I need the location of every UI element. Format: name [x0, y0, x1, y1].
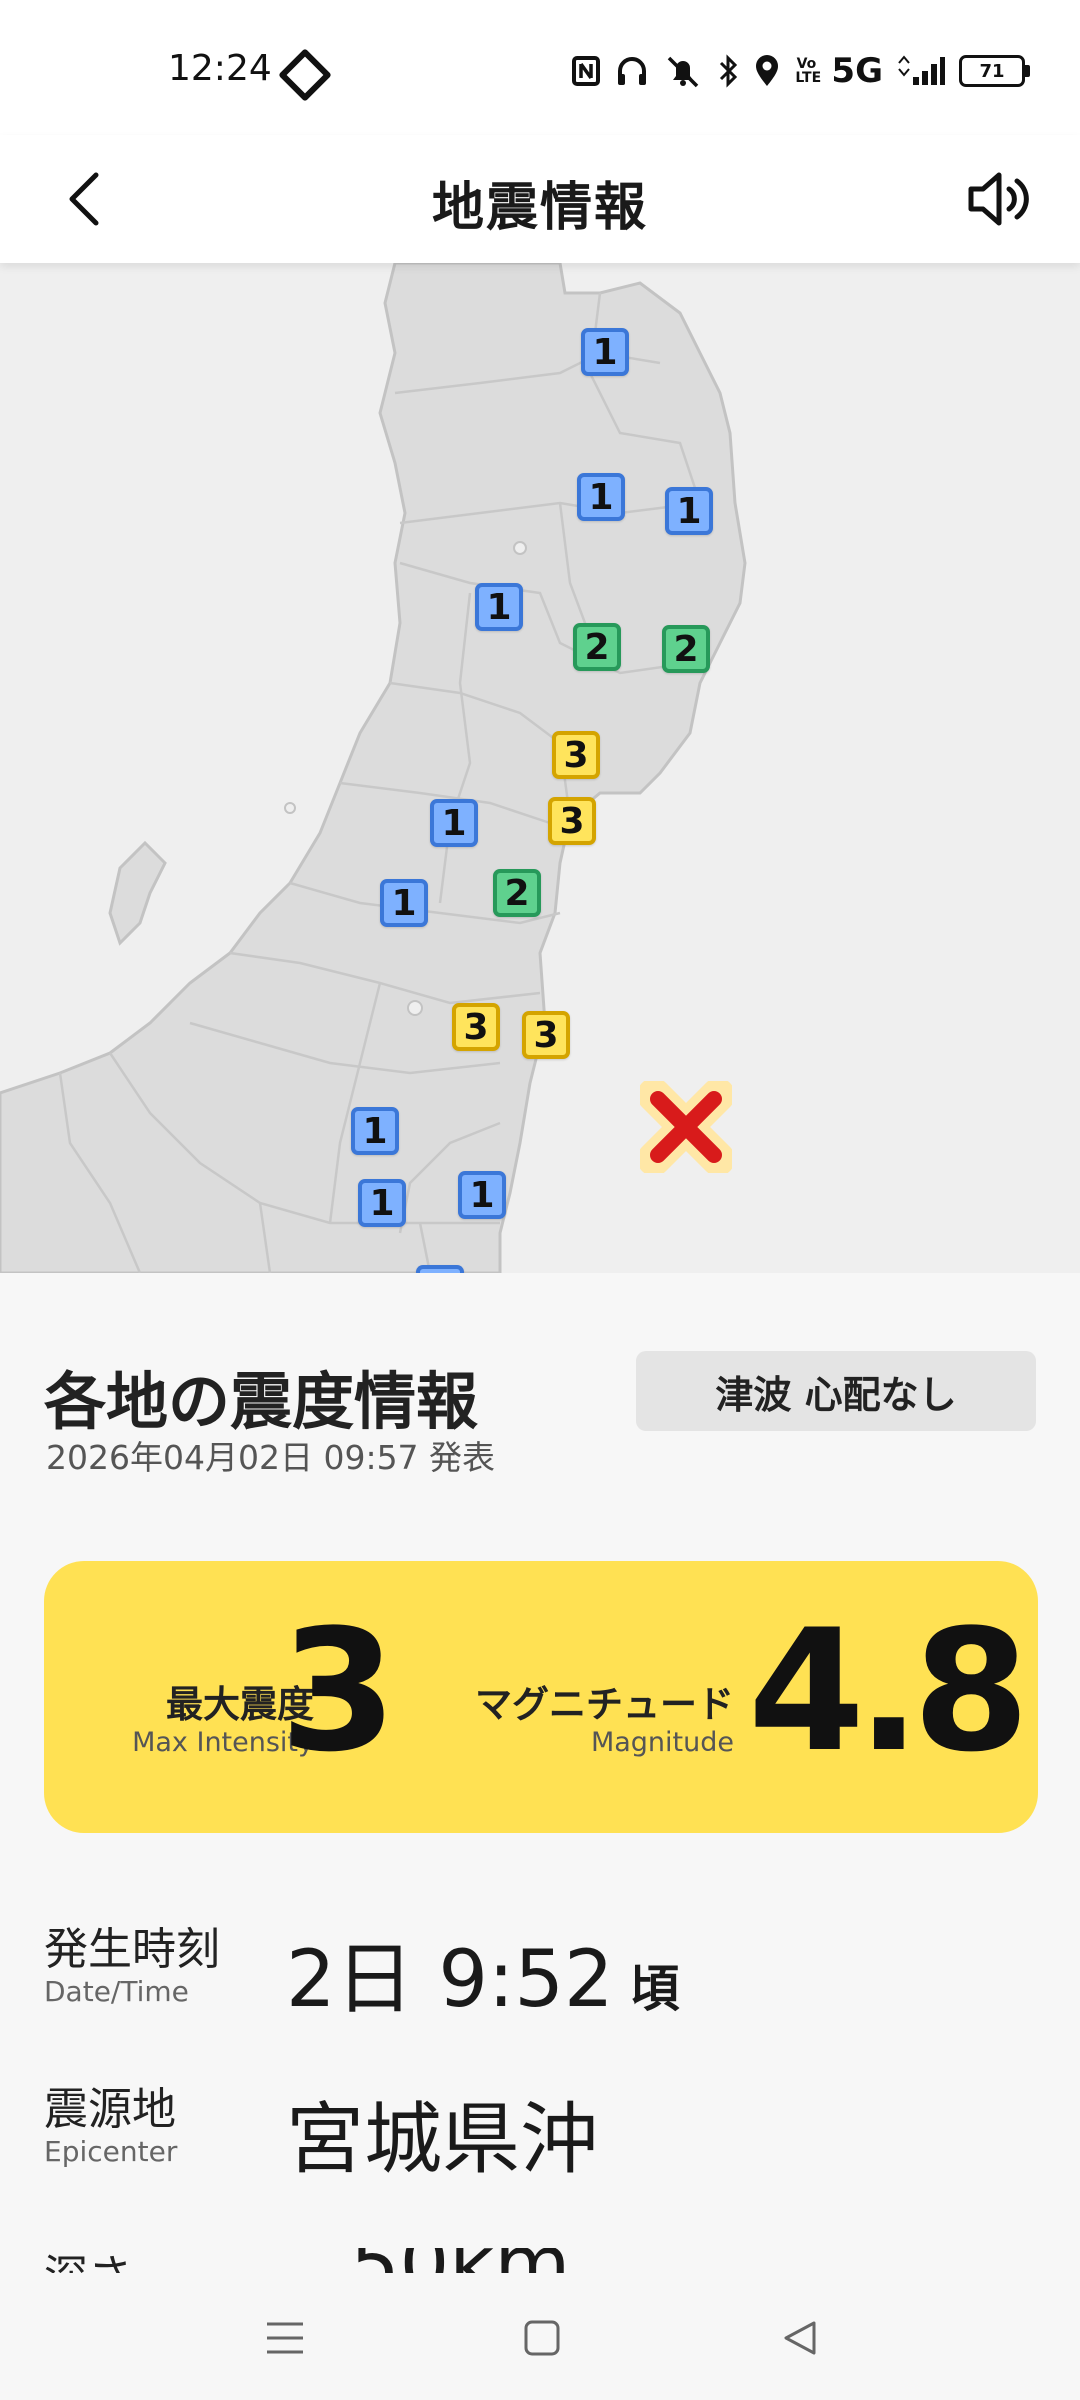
notification-diamond-icon: [278, 48, 332, 102]
nfc-icon: [572, 56, 601, 86]
system-nav-bar: [0, 2273, 1080, 2400]
datetime-suffix: 頃: [629, 1960, 680, 2018]
sound-button[interactable]: [956, 159, 1040, 239]
headphones-icon: [618, 57, 647, 85]
epicenter-x-icon[interactable]: [640, 1081, 732, 1173]
intensity-marker[interactable]: 1: [358, 1179, 406, 1227]
intensity-marker[interactable]: 1: [458, 1171, 506, 1219]
status-icons: Vo LTE 5G 71: [571, 48, 1030, 94]
network-type: 5G: [831, 51, 883, 91]
intensity-marker[interactable]: 1: [577, 473, 625, 521]
depth-value: 50km: [350, 2248, 570, 2273]
menu-icon: [267, 2322, 303, 2354]
datetime-value: 2日 9:52 頃: [286, 1917, 680, 2029]
intensity-marker[interactable]: 2: [662, 625, 710, 673]
depth-row: 深さ 50km: [0, 2248, 1080, 2273]
back-triangle-icon: [784, 2321, 816, 2355]
datetime-label-en: Date/Time: [44, 1975, 189, 2008]
epicenter-label-en: Epicenter: [44, 2135, 178, 2168]
max-intensity-value: 3: [280, 1593, 397, 1789]
intensity-marker[interactable]: 1: [430, 799, 478, 847]
mute-icon: [668, 56, 699, 88]
home-square-icon: [524, 2320, 560, 2356]
map-land: [0, 263, 747, 1273]
magnitude-label: マグニチュード Magnitude: [464, 1683, 734, 1759]
intensity-marker[interactable]: 2: [573, 623, 621, 671]
magnitude-label-ja: マグニチュード: [475, 1683, 734, 1726]
speaker-icon: [968, 172, 1029, 226]
announcement-time: 2026年04月02日 09:57 発表: [46, 1438, 496, 1477]
status-bar: 12:24 Vo LTE 5G 71: [0, 0, 1080, 135]
info-panel: 各地の震度情報 津波 心配なし 2026年04月02日 09:57 発表 最大震…: [0, 1273, 1080, 2273]
app-header: 地震情報: [0, 135, 1080, 263]
intensity-marker[interactable]: 3: [522, 1011, 570, 1059]
datetime-label-ja: 発生時刻: [44, 1924, 220, 1975]
tsunami-badge: 津波 心配なし: [636, 1351, 1036, 1431]
depth-label-ja: 深さ: [44, 2248, 132, 2273]
intensity-marker[interactable]: 1: [581, 328, 629, 376]
bluetooth-icon: [720, 54, 738, 88]
section-title: 各地の震度情報: [44, 1365, 479, 1438]
menu-button[interactable]: [245, 2303, 325, 2373]
battery-icon: 71: [959, 55, 1030, 87]
intensity-marker[interactable]: 1: [380, 879, 428, 927]
intensity-marker[interactable]: 2: [493, 869, 541, 917]
signal-icon: [898, 55, 945, 85]
page-title: 地震情報: [431, 178, 648, 238]
intensity-marker[interactable]: 3: [452, 1003, 500, 1051]
datetime-row: 発生時刻 Date/Time 2日 9:52 頃: [44, 1913, 1044, 2033]
datetime-value-text: 2日 9:52: [286, 1935, 614, 2025]
summary-card: 最大震度 Max Intensity 3 マグニチュード Magnitude 4…: [44, 1561, 1038, 1833]
intensity-marker[interactable]: 3: [548, 797, 596, 845]
intensity-marker[interactable]: 3: [552, 731, 600, 779]
home-button[interactable]: [502, 2303, 582, 2373]
location-icon: [756, 55, 779, 86]
magnitude-label-en: Magnitude: [590, 1727, 734, 1758]
intensity-marker[interactable]: 1: [665, 487, 713, 535]
epicenter-label-ja: 震源地: [44, 2084, 176, 2135]
intensity-map[interactable]: 1 1 1 1 2 2 3 3 1 1 2 3 3 1 1 1: [0, 263, 1080, 1273]
intensity-marker-partial: [416, 1265, 464, 1273]
epicenter-value: 宮城県沖: [286, 2095, 599, 2185]
volte-icon: Vo LTE: [795, 56, 822, 86]
intensity-marker[interactable]: 1: [475, 583, 523, 631]
nav-back-button[interactable]: [760, 2303, 840, 2373]
epicenter-row: 震源地 Epicenter 宮城県沖: [44, 2073, 1044, 2193]
intensity-marker[interactable]: 1: [351, 1107, 399, 1155]
magnitude-value: 4.8: [748, 1593, 1030, 1789]
status-time: 12:24: [168, 48, 272, 89]
